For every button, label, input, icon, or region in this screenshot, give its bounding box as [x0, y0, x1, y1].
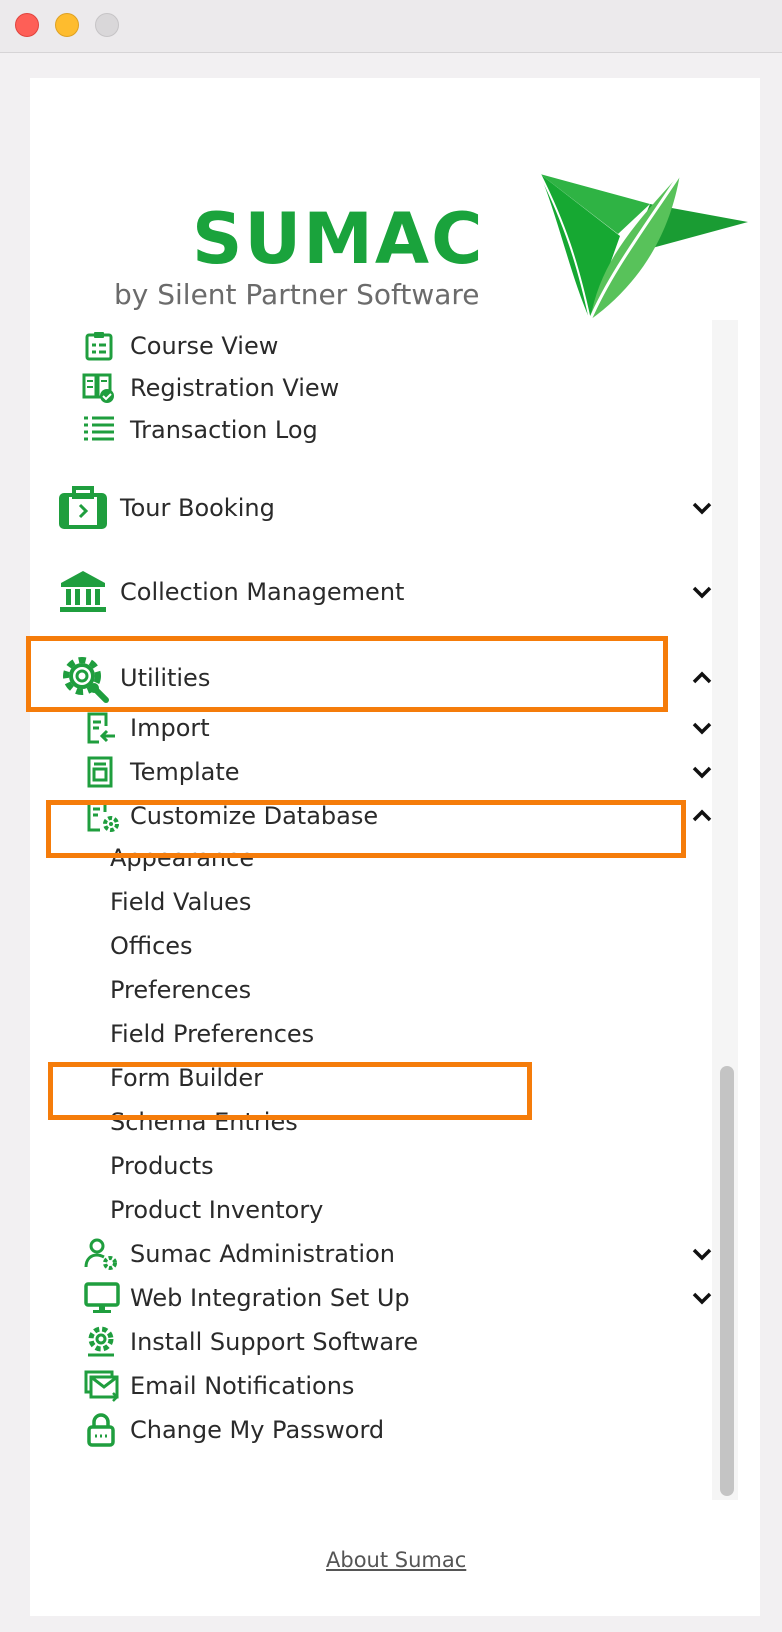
user-settings-icon [84, 1237, 118, 1271]
logo-tagline: by Silent Partner Software [114, 278, 480, 311]
nav-item-label: Template [130, 758, 240, 786]
nav-item-label: Tour Booking [120, 494, 275, 522]
leaf-logo-icon [539, 174, 748, 321]
subnav-item-label: Products [110, 1152, 214, 1180]
list-log-icon [82, 415, 116, 445]
registration-check-icon [82, 372, 116, 404]
window-titlebar [0, 0, 782, 53]
subnav-item-label: Product Inventory [110, 1196, 324, 1224]
nav-item-import[interactable]: Import [54, 708, 714, 748]
lock-icon [86, 1413, 116, 1447]
sumac-logo: SUMAC by Silent Partner Software [70, 126, 748, 321]
nav-item-tour-booking[interactable]: Tour Booking [54, 484, 714, 532]
nav-item-label: Transaction Log [130, 416, 318, 444]
close-window-button[interactable] [15, 13, 39, 37]
nav-item-label: Change My Password [130, 1416, 385, 1444]
subnav-item-products[interactable]: Products [54, 1146, 714, 1186]
nav-scroll-area[interactable]: Course View Registration View Transactio… [54, 320, 730, 1500]
chevron-down-icon[interactable] [690, 1242, 714, 1266]
highlight-utilities [26, 636, 668, 712]
chevron-up-icon[interactable] [690, 804, 714, 828]
subnav-item-preferences[interactable]: Preferences [54, 970, 714, 1010]
nav-item-collection-management[interactable]: Collection Management [54, 568, 714, 616]
subnav-item-field-preferences[interactable]: Field Preferences [54, 1014, 714, 1054]
nav-item-registration-view[interactable]: Registration View [54, 370, 714, 406]
chevron-down-icon[interactable] [690, 496, 714, 520]
minimize-window-button[interactable] [55, 13, 79, 37]
chevron-down-icon[interactable] [690, 760, 714, 784]
subnav-item-product-inventory[interactable]: Product Inventory [54, 1190, 714, 1230]
logo-wordmark: SUMAC [192, 198, 485, 280]
clipboard-list-icon [84, 331, 114, 361]
chevron-down-icon[interactable] [690, 1286, 714, 1310]
subnav-item-label: Preferences [110, 976, 252, 1004]
chevron-up-icon[interactable] [690, 666, 714, 690]
highlight-form-builder [48, 1062, 532, 1120]
chevron-down-icon[interactable] [690, 580, 714, 604]
nav-item-web-integration[interactable]: Web Integration Set Up [54, 1278, 714, 1318]
zoom-window-button[interactable] [95, 13, 119, 37]
subnav-item-label: Field Preferences [110, 1020, 315, 1048]
nav-item-label: Course View [130, 332, 279, 360]
nav-item-label: Sumac Administration [130, 1240, 395, 1268]
nav-item-email-notifications[interactable]: Email Notifications [54, 1366, 714, 1406]
install-gear-icon [84, 1325, 118, 1359]
nav-item-label: Registration View [130, 374, 340, 402]
monitor-icon [84, 1281, 120, 1315]
nav-item-change-password[interactable]: Change My Password [54, 1410, 714, 1450]
chevron-down-icon[interactable] [690, 716, 714, 740]
navigation-panel: SUMAC by Silent Partner Software Course … [26, 78, 760, 1616]
nav-item-sumac-administration[interactable]: Sumac Administration [54, 1234, 714, 1274]
nav-item-label: Email Notifications [130, 1372, 355, 1400]
highlight-customize-database [46, 800, 686, 858]
nav-item-label: Web Integration Set Up [130, 1284, 410, 1312]
briefcase-icon [58, 485, 108, 531]
nav-item-label: Install Support Software [130, 1328, 419, 1356]
email-notification-icon [84, 1369, 120, 1403]
template-icon [86, 755, 116, 789]
nav-item-install-support[interactable]: Install Support Software [54, 1322, 714, 1362]
subnav-item-label: Field Values [110, 888, 252, 916]
about-sumac-link[interactable]: About Sumac [326, 1548, 466, 1572]
nav-item-transaction-log[interactable]: Transaction Log [54, 412, 714, 448]
import-icon [84, 711, 118, 745]
scrollbar-thumb[interactable] [720, 1066, 734, 1496]
nav-item-course-view[interactable]: Course View [54, 328, 714, 364]
subnav-item-label: Offices [110, 932, 193, 960]
nav-item-label: Import [130, 714, 210, 742]
subnav-item-field-values[interactable]: Field Values [54, 882, 714, 922]
subnav-item-offices[interactable]: Offices [54, 926, 714, 966]
nav-item-label: Collection Management [120, 578, 405, 606]
museum-icon [58, 569, 108, 615]
nav-item-template[interactable]: Template [54, 752, 714, 792]
